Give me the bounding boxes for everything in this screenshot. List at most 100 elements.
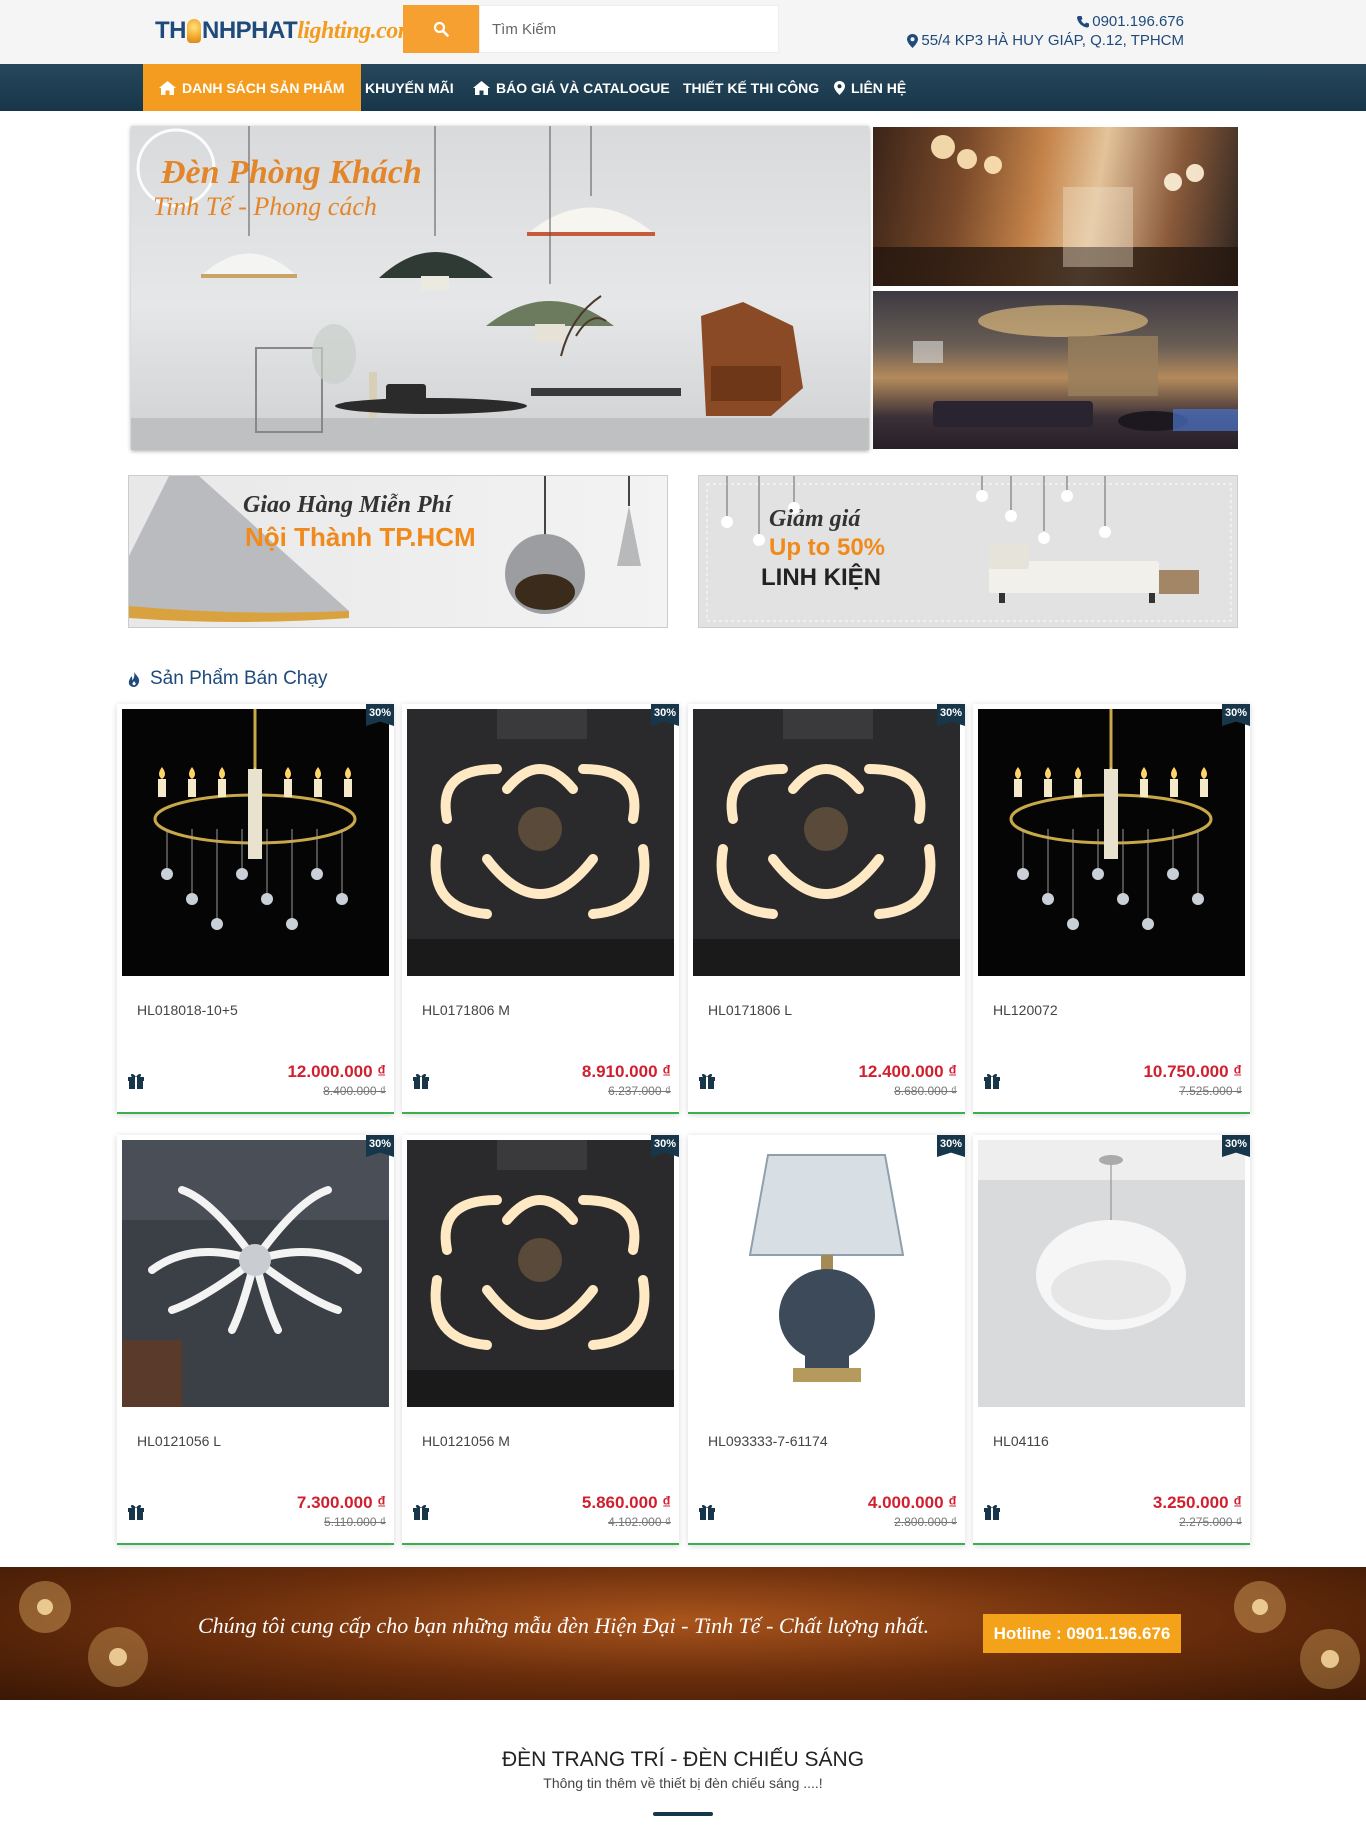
map-marker-icon: [834, 80, 845, 95]
home-icon: [473, 80, 490, 95]
product-image[interactable]: [978, 709, 1245, 976]
gift-icon: [127, 1503, 145, 1525]
nav-item-promotions[interactable]: KHUYẾN MÃI: [365, 64, 454, 111]
product-old-price: 4.102.000 ₫: [608, 1515, 671, 1529]
phone-number[interactable]: 0901.196.676: [1092, 12, 1184, 31]
product-name[interactable]: HL120072: [993, 1002, 1058, 1018]
product-name[interactable]: HL0171806 L: [708, 1002, 792, 1018]
crystal-chandelier-image: [122, 709, 389, 976]
feather-pendant-image: [978, 1140, 1245, 1407]
map-marker-icon: [907, 33, 919, 48]
restaurant-interior-image: [873, 135, 1238, 286]
top-header: TH NHPHAT lighting.com 0901.196.676 55/4…: [0, 0, 1366, 64]
led-branch-chandelier-image: [122, 1140, 389, 1407]
product-card[interactable]: 30% HL0171806 L 12.400.000 ₫ 8.680.000 ₫: [688, 704, 965, 1114]
product-image[interactable]: [693, 709, 960, 976]
product-name[interactable]: HL0121056 L: [137, 1433, 221, 1449]
product-price: 7.300.000 ₫: [296, 1493, 386, 1512]
section-title-text: Sản Phẩm Bán Chạy: [150, 668, 328, 689]
product-old-price: 8.680.000 ₫: [894, 1084, 957, 1098]
main-banner-subtitle: Tinh Tế - Phong cách: [153, 192, 377, 221]
section-title: Sản Phẩm Bán Chạy: [128, 668, 327, 690]
product-image[interactable]: [122, 1140, 389, 1407]
product-price: 4.000.000 ₫: [867, 1493, 957, 1512]
phone-icon: [1077, 16, 1090, 28]
main-navigation: DANH SÁCH SẢN PHẨM KHUYẾN MÃI BÁO GIÁ VÀ…: [0, 64, 1366, 111]
search-icon: [433, 21, 449, 37]
led-ring-chandelier-image: [693, 709, 960, 976]
site-logo[interactable]: TH NHPHAT lighting.com: [155, 14, 416, 48]
footer-heading: ĐÈN TRANG TRÍ - ĐÈN CHIẾU SÁNG: [501, 1748, 865, 1771]
product-old-price: 2.800.000 ₫: [894, 1515, 957, 1529]
product-price: 8.910.000 ₫: [581, 1062, 671, 1081]
product-card[interactable]: 30% HL120072 10.750.000 ₫ 7.525.000 ₫: [973, 704, 1250, 1114]
promo1-line1: Giao Hàng Miễn Phí: [243, 492, 452, 518]
nav-item-product-list[interactable]: DANH SÁCH SẢN PHẨM: [143, 64, 361, 111]
footer-divider: [653, 1812, 713, 1816]
product-price: 10.750.000 ₫: [1143, 1062, 1242, 1081]
product-old-price: 5.110.000 ₫: [324, 1515, 386, 1529]
nav-label: DANH SÁCH SẢN PHẨM: [182, 79, 345, 96]
nav-label: KHUYẾN MÃI: [365, 79, 454, 96]
product-image[interactable]: [407, 1140, 674, 1407]
home-icon: [159, 80, 176, 95]
table-lamp-image: [693, 1140, 960, 1407]
search-button[interactable]: [403, 5, 479, 53]
nav-label: THIẾT KẾ THI CÔNG: [683, 79, 820, 96]
product-old-price: 6.237.000 ₫: [608, 1084, 671, 1098]
product-name[interactable]: HL0171806 M: [422, 1002, 510, 1018]
main-banner-title: Đèn Phòng Khách: [161, 154, 422, 191]
product-name[interactable]: HL018018-10+5: [137, 1002, 238, 1018]
gift-icon: [983, 1072, 1001, 1094]
logo-text-part1: TH: [155, 17, 187, 44]
gift-icon: [698, 1503, 716, 1525]
gift-icon: [412, 1072, 430, 1094]
nav-item-design-construction[interactable]: THIẾT KẾ THI CÔNG: [683, 64, 819, 111]
hotline-button[interactable]: Hotline : 0901.196.676: [983, 1614, 1181, 1653]
promo2-line3: LINH KIỆN: [761, 564, 881, 591]
product-name[interactable]: HL093333-7-61174: [708, 1433, 828, 1449]
nav-item-contact[interactable]: LIÊN HỆ: [834, 64, 906, 111]
nav-label: LIÊN HỆ: [851, 79, 907, 96]
cta-banner: Chúng tôi cung cấp cho bạn những mẫu đèn…: [0, 1567, 1366, 1700]
product-old-price: 8.400.000 ₫: [323, 1084, 386, 1098]
gift-icon: [698, 1072, 716, 1094]
led-ring-chandelier-image: [407, 709, 674, 976]
side-banner-restaurant[interactable]: [873, 127, 1238, 286]
logo-text-part3: lighting.com: [297, 17, 416, 44]
product-name[interactable]: HL04116: [993, 1433, 1049, 1449]
gift-icon: [127, 1072, 145, 1094]
search-input[interactable]: [479, 5, 779, 53]
product-price: 5.860.000 ₫: [581, 1493, 671, 1512]
led-ring-chandelier-image: [407, 1140, 674, 1407]
side-banner-living-room[interactable]: [873, 291, 1238, 449]
product-old-price: 7.525.000 ₫: [1179, 1084, 1242, 1098]
cta-text: Chúng tôi cung cấp cho bạn những mẫu đèn…: [198, 1613, 930, 1638]
bulb-icon: [187, 19, 201, 43]
fire-icon: [128, 671, 140, 687]
product-image[interactable]: [693, 1140, 960, 1407]
nav-item-quotes-catalogue[interactable]: BÁO GIÁ VÀ CATALOGUE: [473, 64, 670, 111]
main-banner[interactable]: Đèn Phòng Khách Tinh Tế - Phong cách: [131, 126, 869, 450]
footer-subheading: Thông tin thêm về thiết bị đèn chiếu sán…: [543, 1775, 823, 1791]
promo-banner-discount[interactable]: Giảm giá Up to 50% LINH KIỆN: [698, 475, 1238, 628]
product-image[interactable]: [407, 709, 674, 976]
promo-banner-free-delivery[interactable]: Giao Hàng Miễn Phí Nội Thành TP.HCM: [128, 475, 668, 628]
logo-text-part2: NHPHAT: [202, 17, 298, 44]
product-card[interactable]: 30% HL0171806 M 8.910.000 ₫ 6.237.000 ₫: [402, 704, 679, 1114]
product-name[interactable]: HL0121056 M: [422, 1433, 510, 1449]
product-image[interactable]: [122, 709, 389, 976]
product-card[interactable]: 30% HL0121056 L 7.300.000 ₫ 5.110.000 ₫: [117, 1135, 394, 1545]
product-card[interactable]: 30% HL04116 3.250.000 ₫ 2.275.000 ₫: [973, 1135, 1250, 1545]
promo2-line1: Giảm giá: [769, 506, 861, 532]
promo2-line2: Up to 50%: [769, 534, 886, 561]
product-card[interactable]: 30% HL018018-10+5 12.000.000 ₫ 8.400.000…: [117, 704, 394, 1114]
product-card[interactable]: 30% HL0121056 M 5.860.000 ₫ 4.102.000 ₫: [402, 1135, 679, 1545]
product-price: 12.400.000 ₫: [858, 1062, 957, 1081]
living-room-interior-image: [913, 305, 1238, 431]
product-card[interactable]: 30% HL093333-7-61174 4.000.000 ₫ 2.800.0…: [688, 1135, 965, 1545]
contact-info: 0901.196.676 55/4 KP3 HÀ HUY GIÁP, Q.12,…: [907, 12, 1184, 50]
address-text: 55/4 KP3 HÀ HUY GIÁP, Q.12, TPHCM: [921, 32, 1184, 49]
product-image[interactable]: [978, 1140, 1245, 1407]
product-old-price: 2.275.000 ₫: [1179, 1515, 1242, 1529]
